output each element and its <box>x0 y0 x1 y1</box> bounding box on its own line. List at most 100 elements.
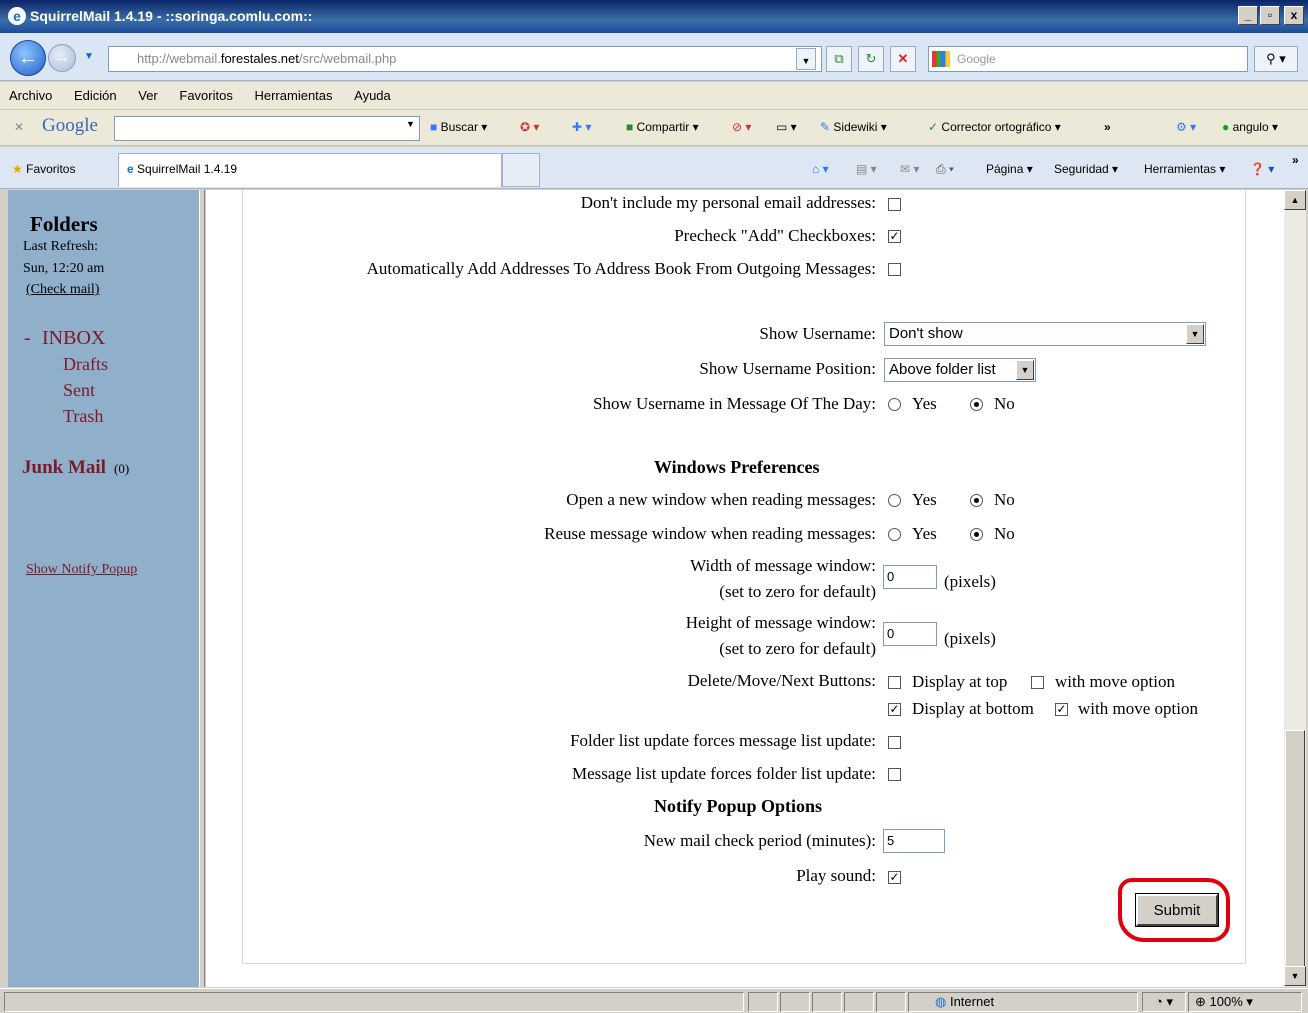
new-window-no-radio[interactable] <box>970 494 983 507</box>
display-top-checkbox[interactable] <box>888 676 901 689</box>
new-window-yes-radio[interactable] <box>888 494 901 507</box>
toolbar-search-dropdown-icon[interactable]: ▼ <box>406 119 415 129</box>
address-input[interactable]: http://webmail.forestales.net/src/webmai… <box>108 46 822 72</box>
pagina-menu[interactable]: Página ▾ <box>986 162 1033 176</box>
print-icon[interactable]: ⎙ ▾ <box>936 162 954 177</box>
back-button[interactable]: ← <box>10 40 46 76</box>
stop-icon[interactable]: ✕ <box>890 46 916 72</box>
folder-drafts[interactable]: Drafts <box>63 354 108 375</box>
show-notify-popup-link[interactable]: Show Notify Popup <box>26 562 137 578</box>
seguridad-menu[interactable]: Seguridad ▾ <box>1054 162 1118 176</box>
url-prefix: http://webmail. <box>137 51 221 66</box>
reuse-window-yes-radio[interactable] <box>888 528 901 541</box>
last-refresh-label: Last Refresh: <box>23 239 99 254</box>
username-position-label: Show Username Position: <box>699 359 876 378</box>
bookmarks-icon[interactable]: ✪ ▾ <box>520 120 539 134</box>
username-motd-yes-radio[interactable] <box>888 398 901 411</box>
zoom-control[interactable]: ⊕ 100% ▾ <box>1188 992 1302 1012</box>
show-username-select[interactable]: Don't show ▼ <box>884 322 1206 346</box>
bottom-move-option-checkbox[interactable]: ✓ <box>1055 703 1068 716</box>
zoom-level: 100% <box>1209 994 1243 1009</box>
inbox-collapse-toggle[interactable]: - <box>24 327 31 350</box>
home-icon[interactable]: ⌂ ▾ <box>812 162 829 176</box>
favorites-button[interactable]: ★ Favoritos <box>12 162 75 176</box>
username-motd-no-radio[interactable] <box>970 398 983 411</box>
herramientas-menu[interactable]: Herramientas ▾ <box>1144 162 1225 176</box>
compat-view-icon[interactable]: ⧉ <box>826 46 852 72</box>
menu-edicion[interactable]: Edición <box>65 82 126 109</box>
refresh-icon[interactable]: ↻ <box>858 46 884 72</box>
history-dropdown-icon[interactable]: ▼ <box>84 51 94 62</box>
mail-icon[interactable]: ✉ ▾ <box>900 162 919 176</box>
frame-divider[interactable] <box>199 190 205 987</box>
status-dot-icon: ● <box>1222 120 1230 134</box>
menu-ayuda[interactable]: Ayuda <box>345 82 400 109</box>
scroll-up-icon[interactable]: ▲ <box>1284 190 1306 210</box>
account-button[interactable]: ● angulo ▾ <box>1222 120 1278 134</box>
dont-include-checkbox[interactable] <box>888 198 901 211</box>
dont-include-label: Don't include my personal email addresse… <box>580 193 876 212</box>
search-input[interactable]: Google <box>928 46 1248 72</box>
auto-add-checkbox[interactable] <box>888 263 901 276</box>
address-dropdown-icon[interactable]: ▼ <box>796 48 816 70</box>
height-sublabel: (set to zero for default) <box>719 639 876 658</box>
menu-herramientas[interactable]: Herramientas <box>245 82 341 109</box>
folder-junk-mail[interactable]: Junk Mail <box>22 457 106 479</box>
menu-favoritos[interactable]: Favoritos <box>170 82 241 109</box>
wrench-icon[interactable]: ⚙ ▾ <box>1176 120 1196 134</box>
scroll-down-icon[interactable]: ▼ <box>1284 966 1306 986</box>
compartir-button[interactable]: ■ Compartir ▾ <box>626 120 699 134</box>
username-motd-yes-label: Yes <box>912 394 937 413</box>
star-icon: ★ <box>12 162 23 176</box>
reuse-window-no-radio[interactable] <box>970 528 983 541</box>
minimize-button[interactable]: _ <box>1238 6 1258 25</box>
search-go-icon[interactable]: ⚲ ▾ <box>1254 46 1298 72</box>
username-motd-no-label: No <box>994 394 1015 413</box>
forward-button[interactable]: → <box>48 44 76 72</box>
play-sound-checkbox[interactable]: ✓ <box>888 871 901 884</box>
google-buscar-button[interactable]: ■ Buscar ▾ <box>430 120 487 134</box>
close-toolbar-icon[interactable]: ✕ <box>14 120 24 134</box>
spellcheck-button[interactable]: ✓ Corrector ortográfico ▾ <box>928 120 1061 134</box>
folder-update-label: Folder list update forces message list u… <box>570 731 876 750</box>
display-bottom-checkbox[interactable]: ✓ <box>888 703 901 716</box>
protected-mode-icon[interactable]: ◔ ▾ <box>1142 992 1186 1012</box>
menu-ver[interactable]: Ver <box>129 82 167 109</box>
translate-icon[interactable]: ⊘ ▾ <box>732 120 751 134</box>
menu-archivo[interactable]: Archivo <box>0 82 61 109</box>
new-tab-button[interactable] <box>502 153 540 187</box>
new-window-yes-label: Yes <box>912 490 937 509</box>
google-toolbar-search-input[interactable] <box>114 116 420 141</box>
show-username-value: Don't show <box>889 325 963 342</box>
precheck-checkbox[interactable]: ✓ <box>888 230 901 243</box>
close-button[interactable]: x <box>1284 6 1304 25</box>
display-bottom-label: Display at bottom <box>912 699 1034 718</box>
width-input[interactable]: 0 <box>883 565 937 589</box>
scroll-thumb[interactable] <box>1285 730 1305 970</box>
height-input[interactable]: 0 <box>883 622 937 646</box>
username-position-select[interactable]: Above folder list ▼ <box>884 358 1036 382</box>
top-move-option-checkbox[interactable] <box>1031 676 1044 689</box>
folder-update-checkbox[interactable] <box>888 736 901 749</box>
folder-inbox[interactable]: INBOX <box>42 327 105 350</box>
status-cell <box>812 992 842 1012</box>
maximize-button[interactable]: ▫ <box>1260 6 1280 25</box>
help-icon[interactable]: ❓ ▾ <box>1250 162 1274 176</box>
feeds-icon[interactable]: ▤ ▾ <box>856 162 877 176</box>
play-sound-label: Play sound: <box>796 866 876 885</box>
check-mail-link[interactable]: (Check mail) <box>26 282 99 298</box>
toolbar-more-button[interactable]: » <box>1104 120 1111 134</box>
username-motd-label: Show Username in Message Of The Day: <box>593 394 876 413</box>
popup-blocker-icon[interactable]: ▭ ▾ <box>776 120 797 134</box>
vertical-scrollbar[interactable]: ▲ ▼ <box>1284 190 1306 987</box>
tab-squirrelmail[interactable]: e SquirrelMail 1.4.19 <box>118 153 502 187</box>
folder-trash[interactable]: Trash <box>63 406 103 427</box>
puzzle-icon[interactable]: ✚ ▾ <box>572 120 591 134</box>
check-period-input[interactable]: 5 <box>883 829 945 853</box>
message-update-checkbox[interactable] <box>888 768 901 781</box>
favbar-more-icon[interactable]: » <box>1292 153 1299 167</box>
folder-sent[interactable]: Sent <box>63 380 95 401</box>
sidewiki-button[interactable]: ✎ Sidewiki ▾ <box>820 120 887 134</box>
zoom-icon: ⊕ <box>1195 994 1206 1009</box>
windows-preferences-heading: Windows Preferences <box>654 457 820 477</box>
